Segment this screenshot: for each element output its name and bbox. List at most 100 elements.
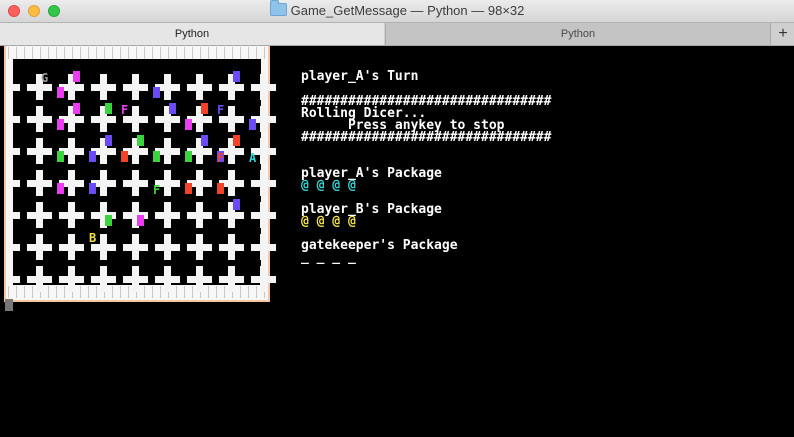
board-label-b: B bbox=[89, 231, 96, 245]
board-marker bbox=[249, 119, 256, 130]
board-fence-top bbox=[120, 47, 121, 59]
board-node-h bbox=[155, 244, 180, 251]
board-fence-bottom bbox=[216, 286, 217, 298]
board-fence-top bbox=[96, 47, 97, 59]
board-marker bbox=[137, 215, 144, 226]
board-marker bbox=[57, 87, 64, 98]
board-fence-top bbox=[160, 47, 161, 59]
board-fence-top bbox=[224, 47, 225, 59]
board-fence-top bbox=[80, 47, 81, 59]
board-fence-top bbox=[200, 47, 201, 59]
board-fence-top bbox=[256, 47, 257, 59]
board-marker bbox=[73, 71, 80, 82]
board-label-f: F bbox=[153, 183, 160, 197]
board-fence-bottom bbox=[160, 286, 161, 298]
board-fence-bottom bbox=[256, 286, 257, 298]
board-node-h bbox=[123, 212, 148, 219]
board-marker bbox=[185, 183, 192, 194]
board-edge-stub bbox=[13, 244, 20, 251]
board-node-h bbox=[219, 212, 244, 219]
board-fence-bottom bbox=[64, 286, 65, 298]
board-marker bbox=[105, 135, 112, 146]
board-marker bbox=[185, 119, 192, 130]
board-fence-bottom bbox=[80, 286, 81, 298]
board-marker bbox=[233, 135, 240, 146]
board-fence-top bbox=[152, 47, 153, 59]
board-label-g: G bbox=[41, 71, 48, 85]
board-fence-bottom bbox=[32, 286, 33, 298]
board-fence-top bbox=[48, 47, 49, 59]
board-fence-top bbox=[144, 47, 145, 59]
board-marker bbox=[185, 151, 192, 162]
tab-bar: Python Python + bbox=[0, 23, 794, 46]
board-marker bbox=[89, 151, 96, 162]
board-marker bbox=[233, 199, 240, 210]
board-fence-bottom bbox=[120, 286, 121, 298]
board-label-a: A bbox=[249, 151, 257, 165]
board-fence-bottom bbox=[56, 286, 57, 298]
a-package-items: @ @ @ @ bbox=[301, 178, 356, 193]
board-fence-top bbox=[32, 47, 33, 59]
board-marker bbox=[57, 119, 64, 130]
board-marker bbox=[105, 103, 112, 114]
board-fence-bottom bbox=[48, 286, 49, 298]
board-fence-top bbox=[128, 47, 129, 59]
board-label-f: F bbox=[217, 151, 224, 165]
board-fence-top bbox=[72, 47, 73, 59]
board-node-h bbox=[123, 244, 148, 251]
board-node-h bbox=[219, 84, 244, 91]
board-fence-top bbox=[16, 47, 17, 59]
board-fence-bottom bbox=[152, 286, 153, 298]
board-marker bbox=[73, 103, 80, 114]
board-fence-top bbox=[104, 47, 105, 59]
tab-python-active[interactable]: Python bbox=[0, 23, 384, 45]
board-node-h bbox=[187, 84, 212, 91]
board-node-h bbox=[27, 84, 52, 91]
tab-python-inactive[interactable]: Python bbox=[385, 23, 770, 45]
board-edge-stub bbox=[13, 116, 20, 123]
board-fence-bottom bbox=[8, 286, 9, 298]
board-fence-bottom bbox=[16, 286, 17, 298]
terminal-cursor bbox=[5, 299, 13, 311]
board-fence-top bbox=[112, 47, 113, 59]
board-fence-top bbox=[248, 47, 249, 59]
board-fence-top bbox=[64, 47, 65, 59]
board-edge-stub bbox=[13, 180, 20, 187]
board-node-h bbox=[59, 244, 84, 251]
title-bar: Game_GetMessage — Python — 98×32 bbox=[0, 0, 794, 23]
board-node-h bbox=[91, 212, 116, 219]
board-fence-top bbox=[56, 47, 57, 59]
board-fence-top bbox=[208, 47, 209, 59]
board-node-h bbox=[123, 276, 148, 283]
board-marker bbox=[201, 135, 208, 146]
board-node-h bbox=[187, 276, 212, 283]
board-fence-top bbox=[8, 47, 9, 59]
board-fence-bottom bbox=[24, 286, 25, 298]
window-title-wrap: Game_GetMessage — Python — 98×32 bbox=[0, 0, 794, 18]
board-marker bbox=[89, 183, 96, 194]
board-node-h bbox=[27, 244, 52, 251]
board-edge-stub bbox=[254, 212, 261, 219]
board-fence-bottom bbox=[184, 286, 185, 298]
new-tab-button[interactable]: + bbox=[770, 23, 794, 45]
board-fence-top bbox=[88, 47, 89, 59]
board-fence-top bbox=[24, 47, 25, 59]
board-fence-top bbox=[40, 47, 41, 59]
board-node-h bbox=[187, 212, 212, 219]
terminal-area[interactable]: G F F F A F B player_A's Turn ################… bbox=[0, 46, 794, 437]
board-fence-bottom bbox=[112, 286, 113, 298]
board-fence-top bbox=[176, 47, 177, 59]
board-node-h bbox=[123, 84, 148, 91]
turn-line: player_A's Turn bbox=[301, 69, 419, 84]
board-edge-stub bbox=[13, 148, 20, 155]
board-node-h bbox=[155, 276, 180, 283]
game-board: G F F F A F B bbox=[4, 46, 276, 302]
board-node-h bbox=[27, 212, 52, 219]
board-node-h bbox=[59, 212, 84, 219]
board-edge-stub bbox=[13, 84, 20, 91]
board-node-h bbox=[155, 212, 180, 219]
board-node-h bbox=[27, 116, 52, 123]
board-node-h bbox=[27, 276, 52, 283]
board-node-h bbox=[27, 148, 52, 155]
board-marker bbox=[169, 103, 176, 114]
